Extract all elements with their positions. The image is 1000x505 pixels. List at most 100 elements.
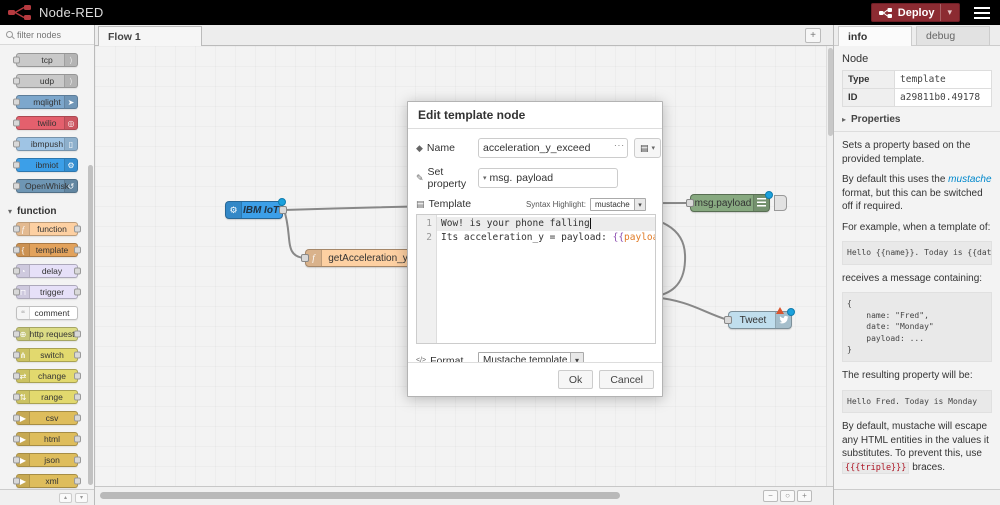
input-port[interactable] bbox=[724, 316, 732, 324]
palette-filter-input[interactable] bbox=[17, 30, 87, 40]
node-port[interactable] bbox=[13, 183, 20, 190]
node-port[interactable] bbox=[13, 331, 20, 338]
wire[interactable] bbox=[284, 210, 305, 258]
palette-node-change[interactable]: ⇄ change bbox=[16, 369, 78, 383]
node-port[interactable] bbox=[13, 99, 20, 106]
template-label-wrap: ▤ Template bbox=[416, 198, 478, 210]
properties-toggle[interactable]: ▸ Properties bbox=[842, 114, 992, 125]
wire[interactable] bbox=[653, 297, 728, 320]
changed-badge bbox=[765, 191, 773, 199]
zoom-reset-button[interactable]: ○ bbox=[780, 490, 795, 502]
name-input[interactable] bbox=[478, 138, 628, 158]
canvas-node-msg-payload[interactable]: msg.payload bbox=[690, 194, 770, 212]
palette-scroll-down-icon[interactable]: ▾ bbox=[75, 493, 88, 503]
node-port[interactable] bbox=[74, 478, 81, 485]
property-type-select[interactable]: ▾ msg. bbox=[479, 169, 516, 187]
deploy-caret-icon[interactable]: ▾ bbox=[940, 4, 952, 21]
node-port[interactable] bbox=[13, 352, 20, 359]
tab-debug[interactable]: debug bbox=[916, 26, 990, 46]
palette-node-comment[interactable]: ❝ comment bbox=[16, 306, 78, 320]
expand-icon[interactable]: ··· bbox=[614, 141, 625, 150]
debug-toggle-button[interactable] bbox=[774, 195, 787, 211]
node-port[interactable] bbox=[13, 436, 20, 443]
node-port[interactable] bbox=[13, 120, 20, 127]
node-port[interactable] bbox=[74, 289, 81, 296]
palette-node-delay[interactable]: ◔ delay bbox=[16, 264, 78, 278]
palette-node-ibmpush[interactable]: ibmpush ▯ bbox=[16, 137, 78, 151]
node-port[interactable] bbox=[74, 352, 81, 359]
palette-node-html[interactable]: ▶ html bbox=[16, 432, 78, 446]
palette-node-template[interactable]: { template bbox=[16, 243, 78, 257]
palette-node-mqlight[interactable]: mqlight ➤ bbox=[16, 95, 78, 109]
node-port[interactable] bbox=[74, 226, 81, 233]
node-port[interactable] bbox=[13, 457, 20, 464]
node-port[interactable] bbox=[13, 162, 20, 169]
node-port[interactable] bbox=[13, 78, 20, 85]
output-port[interactable] bbox=[279, 206, 287, 214]
node-port[interactable] bbox=[74, 373, 81, 380]
node-port[interactable] bbox=[74, 331, 81, 338]
node-port[interactable] bbox=[74, 415, 81, 422]
palette-node-switch[interactable]: ⋔ switch bbox=[16, 348, 78, 362]
mqlight-icon: ➤ bbox=[64, 96, 77, 108]
palette-node-range[interactable]: ⇅ range bbox=[16, 390, 78, 404]
flow-tab-label: Flow 1 bbox=[108, 31, 141, 43]
property-input[interactable] bbox=[516, 172, 596, 184]
palette-node-twilio[interactable]: twilio ◎ bbox=[16, 116, 78, 130]
menu-icon[interactable] bbox=[974, 7, 990, 19]
node-port[interactable] bbox=[74, 268, 81, 275]
add-flow-button[interactable]: + bbox=[805, 28, 821, 43]
sidebar-footer bbox=[834, 489, 1000, 505]
palette-node-json[interactable]: ▶ json bbox=[16, 453, 78, 467]
node-port[interactable] bbox=[13, 415, 20, 422]
palette-scroll-up-icon[interactable]: ▴ bbox=[59, 493, 72, 503]
node-port[interactable] bbox=[13, 247, 20, 254]
node-port[interactable] bbox=[13, 478, 20, 485]
canvas-node-ibm-iot[interactable]: ⚙ IBM IoT bbox=[225, 201, 283, 219]
editor-gutter: 1 2 bbox=[417, 215, 437, 343]
node-port[interactable] bbox=[13, 226, 20, 233]
syntax-highlight-select[interactable]: mustache ▾ bbox=[590, 198, 646, 211]
node-port[interactable] bbox=[13, 394, 20, 401]
palette-node-trigger[interactable]: ⊓ trigger bbox=[16, 285, 78, 299]
document-icon: ▤ bbox=[416, 199, 425, 210]
palette-node-http-request[interactable]: ⊕ http request bbox=[16, 327, 78, 341]
set-property-label-wrap: ✎ Set property bbox=[416, 166, 478, 190]
palette-node-ibmiot[interactable]: ibmiot ⚙ bbox=[16, 158, 78, 172]
node-port[interactable] bbox=[13, 57, 20, 64]
palette-node-openwhisk[interactable]: OpenWhisk ↺ bbox=[16, 179, 78, 193]
tab-flow-1[interactable]: Flow 1 bbox=[98, 26, 202, 46]
input-port[interactable] bbox=[301, 254, 309, 262]
palette-category-function[interactable]: ▾ function bbox=[0, 200, 94, 222]
palette-node-udp[interactable]: udp ⟩ bbox=[16, 74, 78, 88]
node-port[interactable] bbox=[74, 247, 81, 254]
editor-code-area[interactable]: Wow! is your phone falling Its accelerat… bbox=[437, 215, 656, 343]
palette-node-xml[interactable]: ▶ xml bbox=[16, 474, 78, 488]
input-port[interactable] bbox=[686, 199, 694, 207]
canvas-horizontal-scrollbar[interactable] bbox=[100, 492, 620, 499]
palette-scrollbar[interactable] bbox=[88, 165, 93, 485]
zoom-in-button[interactable]: + bbox=[797, 490, 812, 502]
zoom-out-button[interactable]: − bbox=[763, 490, 778, 502]
palette-node-function[interactable]: f function bbox=[16, 222, 78, 236]
node-port[interactable] bbox=[74, 394, 81, 401]
palette-node-csv[interactable]: ▶ csv bbox=[16, 411, 78, 425]
node-port[interactable] bbox=[74, 436, 81, 443]
cancel-button[interactable]: Cancel bbox=[599, 370, 654, 389]
palette-node-tcp[interactable]: tcp ⟩ bbox=[16, 53, 78, 67]
canvas-vertical-scrollbar[interactable] bbox=[826, 46, 833, 486]
node-port[interactable] bbox=[13, 373, 20, 380]
node-port[interactable] bbox=[13, 268, 20, 275]
ok-button[interactable]: Ok bbox=[558, 370, 593, 389]
node-port[interactable] bbox=[13, 141, 20, 148]
node-port[interactable] bbox=[13, 289, 20, 296]
node-port[interactable] bbox=[74, 457, 81, 464]
deploy-button[interactable]: Deploy ▾ bbox=[871, 3, 960, 22]
info-panel: Node Type template ID a29811b0.49178 ▸ P… bbox=[834, 46, 1000, 489]
mustache-link[interactable]: mustache bbox=[948, 174, 991, 185]
canvas-node-getacceleration-y[interactable]: f getAcceleration_y bbox=[305, 249, 417, 267]
library-button[interactable]: ▤ ▾ bbox=[634, 138, 661, 158]
canvas-node-tweet[interactable]: Tweet bbox=[728, 311, 792, 329]
template-code-editor[interactable]: 1 2 Wow! is your phone falling Its accel… bbox=[416, 214, 656, 344]
tab-info[interactable]: info bbox=[838, 26, 912, 46]
